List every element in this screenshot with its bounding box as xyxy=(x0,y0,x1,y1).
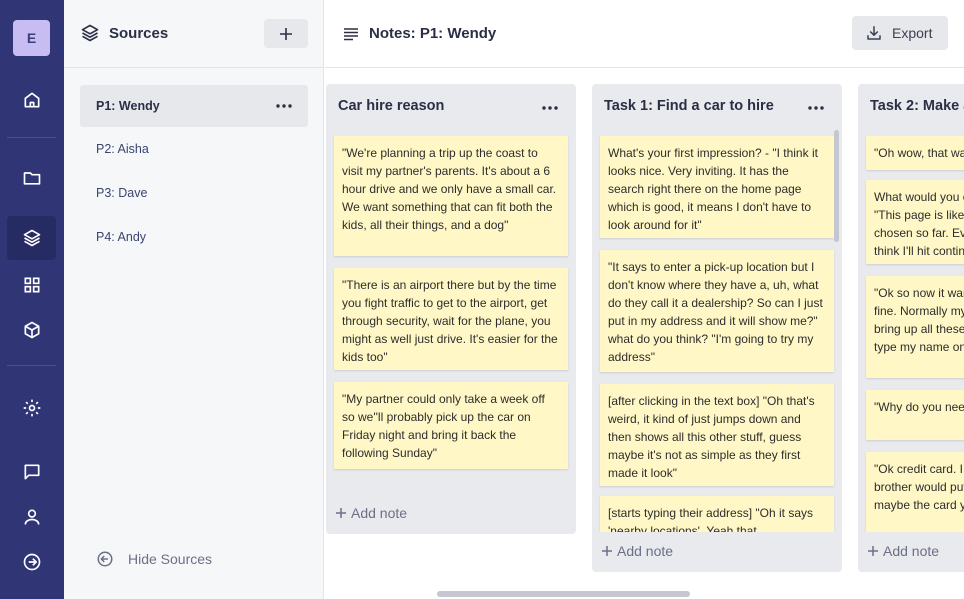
download-icon xyxy=(867,26,881,40)
arrow-circle-right-icon xyxy=(23,553,40,571)
column-title: Task 2: Make a booking xyxy=(870,98,964,114)
home-button[interactable] xyxy=(7,78,56,122)
sticky-note[interactable]: "Ok so now it wants my details, that's f… xyxy=(866,276,964,378)
source-item-label: P1: Wendy xyxy=(96,99,160,113)
grid-button[interactable] xyxy=(7,263,56,307)
sources-panel: Sources P1: Wendy P2: Aisha P3: Dave P4:… xyxy=(64,0,324,599)
hide-sources-button[interactable]: Hide Sources xyxy=(96,550,212,568)
nav-rail: E xyxy=(0,0,64,599)
feedback-button[interactable] xyxy=(7,450,56,494)
add-note-label: Add note xyxy=(351,505,408,521)
sticky-note[interactable]: "Why do you need my phone number?" xyxy=(866,390,964,440)
sources-title: Sources xyxy=(109,25,169,42)
profile-button[interactable] xyxy=(7,495,56,539)
settings-button[interactable] xyxy=(7,386,56,430)
sticky-note[interactable]: What's your first impression? - "I think… xyxy=(600,136,834,238)
chat-icon xyxy=(24,464,40,480)
text-lines-icon xyxy=(344,28,358,41)
page-title: Notes: P1: Wendy xyxy=(369,25,497,42)
notes-list: "Oh wow, that was What would you expect … xyxy=(858,134,964,532)
source-item-label: P3: Dave xyxy=(96,186,148,200)
sticky-note[interactable]: "My partner could only take a week off s… xyxy=(334,382,568,469)
layers-icon xyxy=(81,24,99,42)
plus-icon xyxy=(868,546,878,556)
board-horizontal-scrollbar[interactable] xyxy=(437,591,690,597)
rail-divider xyxy=(7,365,56,366)
layers-icon xyxy=(23,229,40,247)
gear-icon xyxy=(23,399,40,417)
user-avatar[interactable]: E xyxy=(13,20,50,56)
cube-button[interactable] xyxy=(7,308,56,352)
notes-list: What's your first impression? - "I think… xyxy=(592,134,842,532)
user-icon xyxy=(24,509,39,525)
notes-column-task-2: Task 2: Make a booking "Oh wow, that was… xyxy=(858,84,964,572)
notes-column-car-hire-reason: Car hire reason "We're planning a trip u… xyxy=(326,84,576,534)
source-item-p3-dave[interactable]: P3: Dave xyxy=(80,172,308,214)
source-item-p2-aisha[interactable]: P2: Aisha xyxy=(80,128,308,170)
sticky-note[interactable]: "We're planning a trip up the coast to v… xyxy=(334,136,568,256)
notes-header: Notes: P1: Wendy Export xyxy=(325,0,964,68)
sticky-note[interactable]: [after clicking in the text box] "Oh tha… xyxy=(600,384,834,486)
sticky-note[interactable]: [starts typing their address] "Oh it say… xyxy=(600,496,834,532)
plus-icon xyxy=(280,27,292,40)
more-icon[interactable] xyxy=(540,100,560,116)
notes-column-task-1: Task 1: Find a car to hire What's your f… xyxy=(592,84,842,572)
sticky-note[interactable]: "It says to enter a pick-up location but… xyxy=(600,250,834,372)
sticky-note[interactable]: "There is an airport there but by the ti… xyxy=(334,268,568,370)
export-button[interactable]: Export xyxy=(852,16,948,50)
add-note-label: Add note xyxy=(617,543,674,559)
sticky-note[interactable]: "Oh wow, that was xyxy=(866,136,964,170)
cube-icon xyxy=(24,321,40,339)
plus-icon xyxy=(336,508,346,518)
more-icon[interactable] xyxy=(274,97,294,115)
sources-header: Sources xyxy=(64,0,324,68)
add-note-button[interactable]: Add note xyxy=(601,543,673,559)
app-window: E Sources P1: Wendy P2: Aisha P3: Dave P… xyxy=(0,0,964,599)
add-source-button[interactable] xyxy=(264,19,308,48)
more-icon[interactable] xyxy=(806,100,826,116)
add-note-button[interactable]: Add note xyxy=(335,505,407,521)
plus-icon xyxy=(602,546,612,556)
grid-icon xyxy=(24,277,40,293)
source-item-label: P4: Andy xyxy=(96,230,147,244)
column-title: Task 1: Find a car to hire xyxy=(604,98,774,114)
column-title: Car hire reason xyxy=(338,98,445,114)
folder-icon xyxy=(23,172,40,185)
arrow-circle-left-icon xyxy=(97,551,113,567)
add-note-button[interactable]: Add note xyxy=(867,543,939,559)
add-note-label: Add note xyxy=(883,543,940,559)
hide-sources-label: Hide Sources xyxy=(128,551,213,567)
rail-divider xyxy=(7,137,56,138)
sources-button[interactable] xyxy=(7,216,56,260)
export-label: Export xyxy=(892,25,933,41)
home-icon xyxy=(24,92,40,108)
column-scrollbar[interactable] xyxy=(834,130,839,242)
sticky-note[interactable]: What would you expect on this page? "Thi… xyxy=(866,180,964,264)
logout-button[interactable] xyxy=(7,540,56,584)
source-item-p1-wendy[interactable]: P1: Wendy xyxy=(80,85,308,127)
sticky-note[interactable]: "Ok credit card. I think normally my bro… xyxy=(866,452,964,532)
source-item-label: P2: Aisha xyxy=(96,142,149,156)
source-item-p4-andy[interactable]: P4: Andy xyxy=(80,216,308,258)
folder-button[interactable] xyxy=(7,156,56,200)
